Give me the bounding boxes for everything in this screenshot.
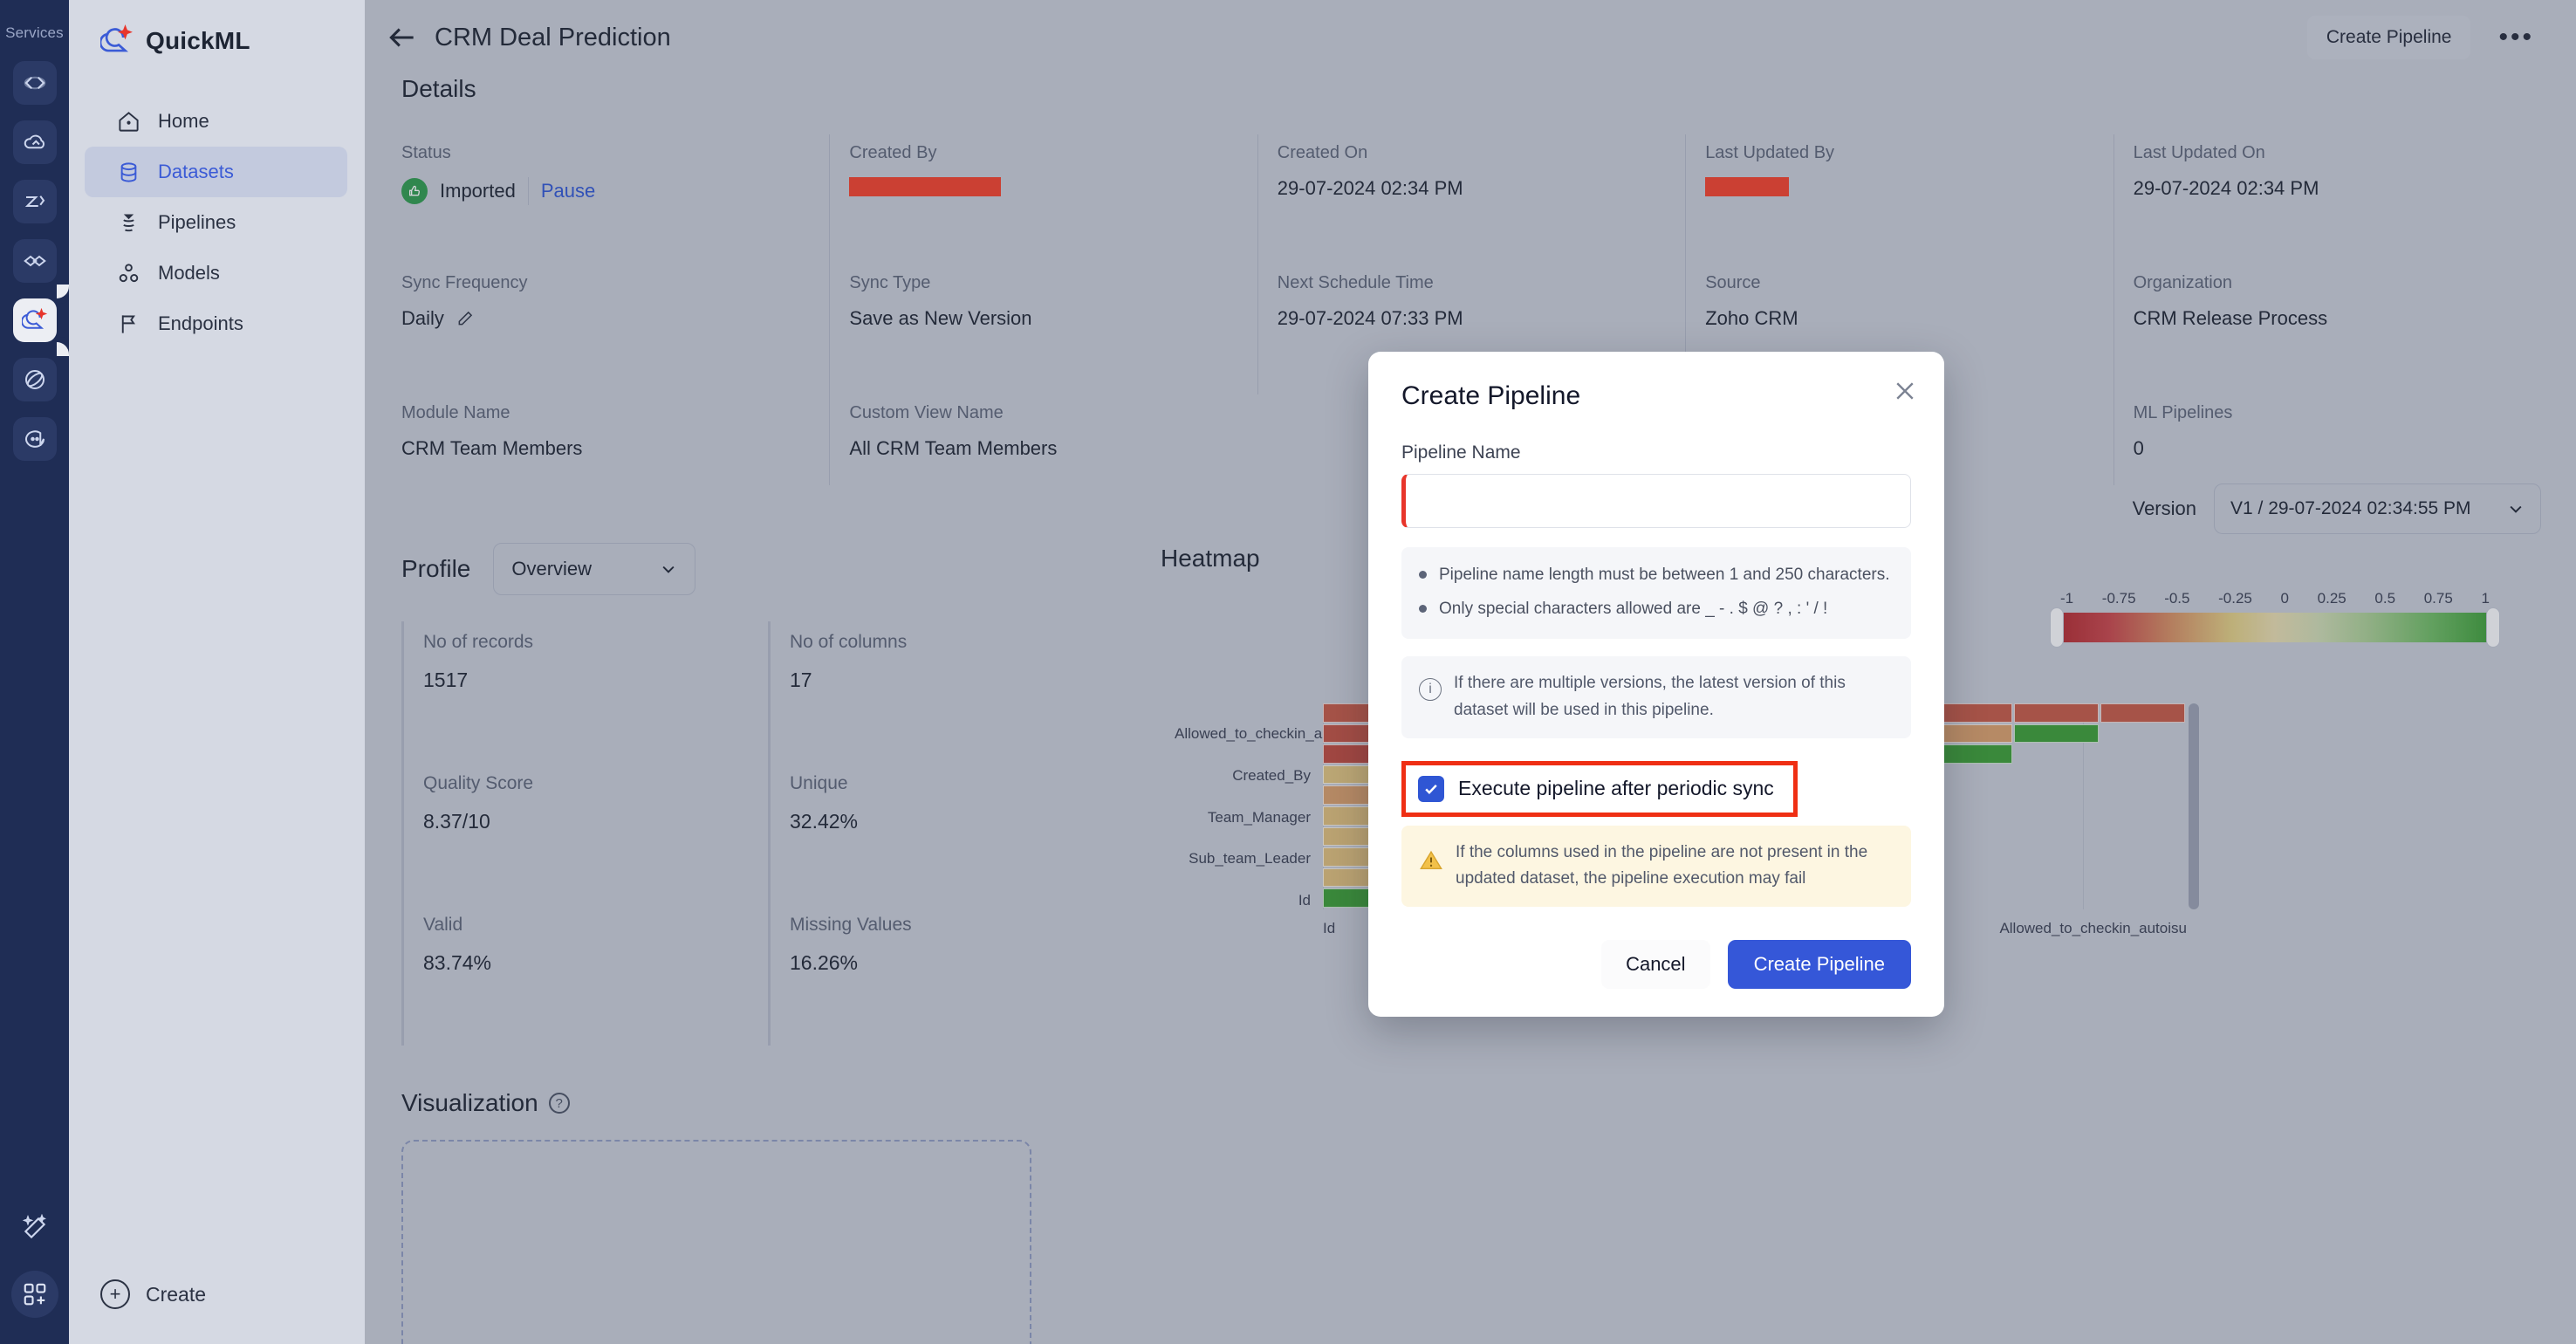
- bullet-icon: [1419, 604, 1427, 613]
- info-icon: i: [1419, 678, 1442, 701]
- sidebar-item-label: Endpoints: [158, 312, 243, 334]
- database-icon: [116, 160, 140, 184]
- quickml-logo-icon: [99, 24, 134, 58]
- flow-link-icon[interactable]: [12, 239, 57, 283]
- sidebar-item-label: Pipelines: [158, 211, 236, 233]
- flag-icon: [116, 312, 140, 336]
- periodic-sync-label: Execute pipeline after periodic sync: [1458, 777, 1774, 800]
- hint-item: Only special characters allowed are _ - …: [1419, 597, 1894, 622]
- create-pipeline-modal: Create Pipeline Pipeline Name Pipeline n…: [1368, 352, 1944, 1018]
- services-rail-icons: [12, 61, 69, 461]
- app-root: Services QuickML Home Datasets Pipelines…: [0, 0, 2576, 1344]
- hint-text: Pipeline name length must be between 1 a…: [1439, 566, 1890, 584]
- cancel-button[interactable]: Cancel: [1601, 940, 1710, 990]
- modal-actions: Cancel Create Pipeline: [1401, 940, 1911, 990]
- pipelines-icon: [116, 210, 140, 235]
- services-rail-title: Services: [5, 24, 64, 41]
- quickml-icon[interactable]: [12, 285, 69, 356]
- sidebar-item-label: Home: [158, 110, 209, 132]
- create-label: Create: [146, 1282, 207, 1306]
- sidebar-item-home[interactable]: Home: [85, 96, 347, 147]
- magic-wand-icon[interactable]: [15, 1208, 55, 1248]
- sidebar-item-pipelines[interactable]: Pipelines: [85, 197, 347, 248]
- code-brackets-icon[interactable]: [12, 61, 57, 105]
- sidebar-item-endpoints[interactable]: Endpoints: [85, 298, 347, 349]
- version-info-box: i If there are multiple versions, the la…: [1401, 656, 1911, 738]
- zia-icon[interactable]: [12, 180, 57, 223]
- periodic-sync-row[interactable]: Execute pipeline after periodic sync: [1409, 768, 1790, 809]
- apps-grid-add-icon[interactable]: [10, 1271, 58, 1318]
- chat-bubble-icon[interactable]: [12, 417, 57, 461]
- periodic-sync-highlight: Execute pipeline after periodic sync: [1401, 760, 1798, 817]
- sidebar-item-label: Datasets: [158, 161, 234, 182]
- services-rail-bottom: [10, 1208, 58, 1318]
- pipeline-name-input[interactable]: [1401, 474, 1911, 528]
- quickml-service-wrap: [12, 285, 69, 356]
- info-text: If there are multiple versions, the late…: [1454, 674, 1846, 719]
- pipeline-name-label: Pipeline Name: [1401, 442, 1521, 463]
- sidebar: QuickML Home Datasets Pipelines Models E…: [69, 0, 365, 1344]
- pipeline-warning-box: If the columns used in the pipeline are …: [1401, 825, 1911, 908]
- brand: QuickML: [69, 0, 365, 58]
- brand-name: QuickML: [146, 27, 250, 54]
- bullet-icon: [1419, 571, 1427, 579]
- models-icon: [116, 261, 140, 285]
- submit-create-pipeline-button[interactable]: Create Pipeline: [1727, 940, 1911, 990]
- sidebar-item-models[interactable]: Models: [85, 248, 347, 298]
- warning-text: If the columns used in the pipeline are …: [1456, 842, 1868, 888]
- home-icon: [116, 109, 140, 134]
- sidebar-nav: Home Datasets Pipelines Models Endpoints: [69, 96, 365, 349]
- periodic-sync-checkbox[interactable]: [1418, 775, 1444, 802]
- hint-item: Pipeline name length must be between 1 a…: [1419, 563, 1894, 588]
- warning-triangle-icon: [1419, 848, 1443, 873]
- hint-text: Only special characters allowed are _ - …: [1439, 599, 1828, 618]
- sidebar-item-datasets[interactable]: Datasets: [85, 147, 347, 197]
- main-area: CRM Deal Prediction Create Pipeline ••• …: [365, 0, 2576, 1344]
- services-rail: Services: [0, 0, 69, 1344]
- pipeline-name-hints: Pipeline name length must be between 1 a…: [1401, 547, 1911, 639]
- create-button[interactable]: + Create: [69, 1279, 365, 1309]
- cloud-upload-icon[interactable]: [12, 120, 57, 164]
- modal-title: Create Pipeline: [1401, 381, 1581, 410]
- plus-icon: +: [100, 1279, 130, 1309]
- sidebar-item-label: Models: [158, 262, 220, 284]
- close-icon[interactable]: [1892, 378, 1918, 404]
- orbit-icon[interactable]: [12, 358, 57, 401]
